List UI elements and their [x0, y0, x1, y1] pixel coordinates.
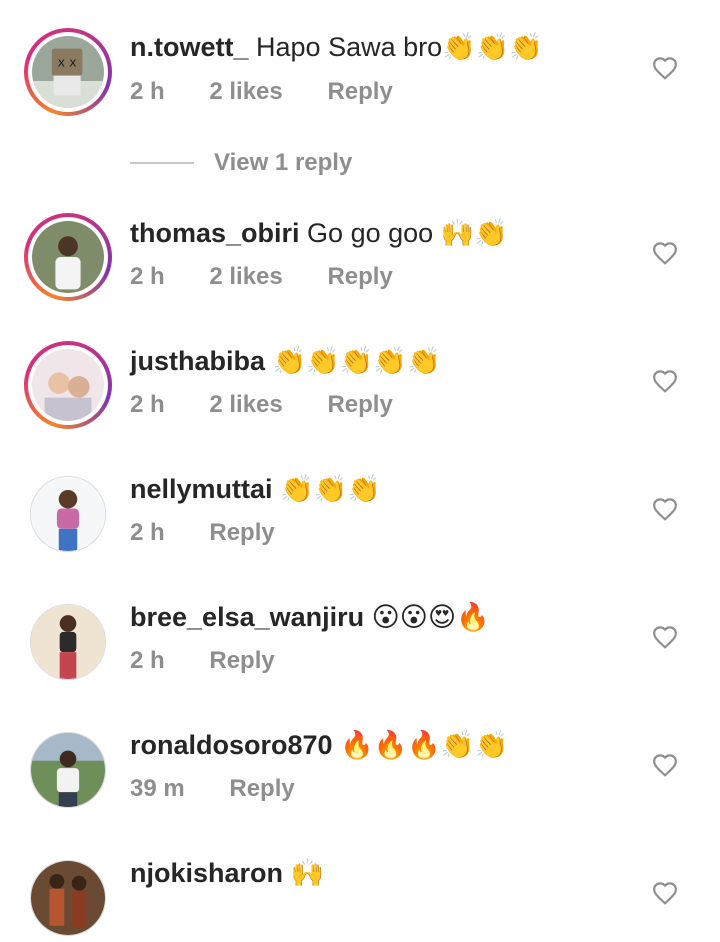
avatar-image: [31, 861, 105, 935]
like-heart-icon[interactable]: [652, 881, 678, 905]
avatar-image: x x: [32, 36, 104, 108]
svg-text:x x: x x: [58, 55, 77, 70]
avatar-image: [32, 221, 104, 293]
divider: [130, 162, 194, 164]
like-heart-icon[interactable]: [652, 56, 678, 80]
comment-text: Go go goo 🙌👏: [307, 218, 508, 248]
comment-text: Hapo Sawa bro👏👏👏: [256, 32, 543, 62]
avatar-image: [31, 477, 105, 551]
comment-time: 2 h: [130, 78, 165, 105]
like-heart-icon[interactable]: [652, 369, 678, 393]
comment-text: 👏👏👏: [280, 474, 381, 504]
like-heart-icon[interactable]: [652, 497, 678, 521]
view-replies-label: View 1 reply: [214, 149, 353, 176]
like-heart-icon[interactable]: [652, 241, 678, 265]
avatar[interactable]: [24, 470, 112, 558]
comment-time: 2 h: [130, 519, 165, 546]
reply-button[interactable]: Reply: [327, 391, 392, 418]
comment-likes[interactable]: 2 likes: [209, 78, 282, 105]
comment-text: 🙌: [290, 858, 325, 888]
comment-text: 🔥🔥🔥👏👏: [340, 730, 509, 760]
comment-username[interactable]: thomas_obiri: [130, 218, 300, 248]
comment-username[interactable]: nellymuttai: [130, 474, 273, 504]
avatar[interactable]: [24, 726, 112, 814]
comment-time: 2 h: [130, 647, 165, 674]
like-heart-icon[interactable]: [652, 625, 678, 649]
reply-button[interactable]: Reply: [327, 78, 392, 105]
comment-username[interactable]: ronaldosoro870: [130, 730, 333, 760]
reply-button[interactable]: Reply: [229, 775, 294, 802]
avatar-image: [32, 349, 104, 421]
comment-time: 2 h: [130, 391, 165, 418]
comment-text: 😮😮😍🔥: [371, 602, 490, 632]
comment-username[interactable]: njokisharon: [130, 858, 283, 888]
comment-time: 39 m: [130, 775, 185, 802]
avatar[interactable]: [24, 341, 112, 429]
avatar[interactable]: [24, 854, 112, 942]
like-heart-icon[interactable]: [652, 753, 678, 777]
comment-likes[interactable]: 2 likes: [209, 391, 282, 418]
avatar[interactable]: [24, 213, 112, 301]
comment-username[interactable]: justhabiba: [130, 346, 265, 376]
comment-text: 👏👏👏👏👏: [272, 346, 441, 376]
avatar[interactable]: x x: [24, 28, 112, 116]
reply-button[interactable]: Reply: [209, 647, 274, 674]
avatar[interactable]: [24, 598, 112, 686]
comment-likes[interactable]: 2 likes: [209, 263, 282, 290]
view-replies-button[interactable]: View 1 reply: [130, 148, 352, 178]
comment-time: 2 h: [130, 263, 165, 290]
comment-username[interactable]: n.towett_: [130, 32, 249, 62]
reply-button[interactable]: Reply: [209, 519, 274, 546]
reply-button[interactable]: Reply: [327, 263, 392, 290]
comment-username[interactable]: bree_elsa_wanjiru: [130, 602, 364, 632]
avatar-image: [31, 605, 105, 679]
avatar-image: [31, 733, 105, 807]
